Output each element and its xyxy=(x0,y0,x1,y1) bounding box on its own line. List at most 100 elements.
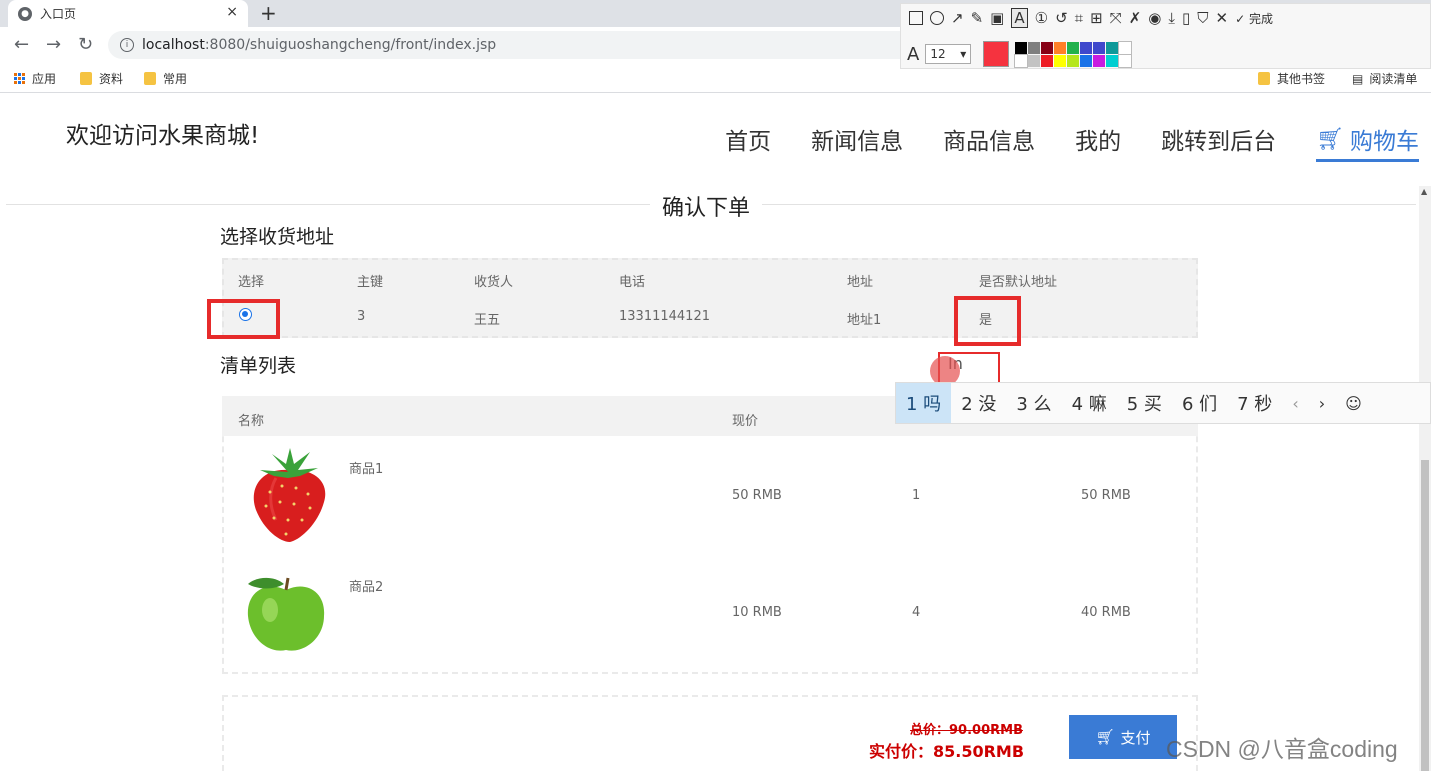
annotation-box-default xyxy=(954,296,1021,346)
ime-candidate[interactable]: 2 没 xyxy=(951,383,1006,423)
ime-candidate[interactable]: 1 吗 xyxy=(896,383,952,423)
address-header-phone: 电话 xyxy=(619,275,646,290)
color-swatch[interactable] xyxy=(1067,41,1080,54)
ellipse-tool-icon[interactable] xyxy=(930,11,944,25)
cart-icon: 🛒︎ xyxy=(1095,729,1115,746)
done-button[interactable]: ✓ 完成 xyxy=(1235,10,1273,27)
color-swatch[interactable] xyxy=(1054,41,1067,54)
scroll-up-icon[interactable]: ▲ xyxy=(1421,187,1427,196)
address-id: 3 xyxy=(357,309,366,324)
color-swatch[interactable] xyxy=(1106,41,1119,54)
nav-mine[interactable]: 我的 xyxy=(1075,122,1121,162)
address-name: 王五 xyxy=(474,313,501,328)
bookmark-icon[interactable]: ⛉ xyxy=(1197,9,1208,27)
text-tool-icon[interactable]: A xyxy=(1011,8,1028,28)
back-icon[interactable]: ← xyxy=(14,34,29,55)
real-price: 实付价：85.50RMB xyxy=(869,742,1025,761)
ime-candidate-bar: 1 吗 2 没 3 么 4 嘛 5 买 6 们 7 秒 ‹ › ☺ xyxy=(895,382,1431,424)
totals-box xyxy=(222,695,1198,771)
color-swatch[interactable] xyxy=(1015,41,1028,54)
nav-admin[interactable]: 跳转到后台 xyxy=(1161,122,1276,162)
bookmark-folder-docs[interactable]: 资料 xyxy=(80,70,123,87)
color-swatch[interactable] xyxy=(1118,40,1133,55)
folder-icon xyxy=(144,72,156,85)
color-swatch[interactable] xyxy=(1028,41,1041,54)
pen-tool-icon[interactable]: ✎ xyxy=(971,9,984,27)
item-quantity: 1 xyxy=(912,488,921,503)
ime-candidate[interactable]: 4 嘛 xyxy=(1062,383,1117,423)
arrow-tool-icon[interactable]: ↗ xyxy=(951,9,964,27)
current-color-swatch[interactable] xyxy=(983,41,1010,67)
item-price: 10 RMB xyxy=(732,605,782,620)
ime-candidate[interactable]: 6 们 xyxy=(1172,383,1227,423)
bookmark-folder-common[interactable]: 常用 xyxy=(144,70,187,87)
color-swatch[interactable] xyxy=(1080,54,1093,67)
undo-icon[interactable]: ↺ xyxy=(1055,9,1068,27)
browser-tab[interactable]: ● 入口页 × xyxy=(8,0,248,27)
cart-icon: 🛒︎ xyxy=(1316,126,1344,152)
ime-candidate[interactable]: 5 买 xyxy=(1117,383,1172,423)
color-swatch[interactable] xyxy=(1067,54,1080,67)
apple-icon xyxy=(247,577,325,651)
address-header-select: 选择 xyxy=(238,275,265,290)
emoji-icon[interactable]: ☺ xyxy=(1335,394,1372,413)
reload-icon[interactable]: ↻ xyxy=(78,34,93,55)
number-tool-icon[interactable]: ① xyxy=(1035,9,1048,27)
color-swatch[interactable] xyxy=(1028,54,1041,67)
info-icon[interactable]: i xyxy=(120,38,134,52)
address-title: 选择收货地址 xyxy=(220,226,335,248)
url-path: :8080/shuiguoshangcheng/front/index.jsp xyxy=(204,37,497,53)
item-header-name: 名称 xyxy=(238,414,265,429)
reading-list-icon: ▤ xyxy=(1352,71,1364,86)
color-swatch[interactable] xyxy=(1054,54,1067,67)
address-header-default: 是否默认地址 xyxy=(979,275,1058,290)
cancel-icon[interactable]: ✕ xyxy=(1216,9,1229,27)
download-icon[interactable]: ⤓ xyxy=(1168,9,1175,27)
new-tab-icon[interactable]: + xyxy=(260,1,277,25)
nav-home[interactable]: 首页 xyxy=(725,122,771,162)
pin-icon[interactable]: ✗ xyxy=(1129,9,1142,27)
strawberry-icon xyxy=(253,448,326,542)
color-swatch[interactable] xyxy=(1041,54,1054,67)
site-title: 欢迎访问水果商城! xyxy=(66,123,260,149)
nav-products[interactable]: 商品信息 xyxy=(943,122,1035,162)
forward-icon[interactable]: → xyxy=(46,34,61,55)
item-name: 商品1 xyxy=(349,462,384,477)
save-icon[interactable]: ▯ xyxy=(1182,9,1190,27)
close-tab-icon[interactable]: × xyxy=(226,4,238,20)
color-swatch[interactable] xyxy=(1118,53,1133,68)
ime-candidate[interactable]: 7 秒 xyxy=(1227,383,1282,423)
pay-button[interactable]: 🛒︎ 支付 xyxy=(1069,715,1177,759)
nav-news[interactable]: 新闻信息 xyxy=(811,122,903,162)
color-swatch[interactable] xyxy=(1080,41,1093,54)
rectangle-tool-icon[interactable] xyxy=(909,11,923,25)
item-header-price: 现价 xyxy=(732,414,759,429)
bookmark-apps[interactable]: 应用 xyxy=(14,70,56,87)
section-title: 确认下单 xyxy=(650,190,763,222)
apps-grid-icon xyxy=(14,73,25,84)
scroll-capture-icon[interactable]: ⤧ xyxy=(1110,9,1122,27)
nav-cart[interactable]: 🛒︎ 购物车 xyxy=(1316,122,1419,162)
color-swatch[interactable] xyxy=(1014,53,1029,68)
chevron-left-icon[interactable]: ‹ xyxy=(1282,394,1308,413)
color-swatch[interactable] xyxy=(1093,54,1106,67)
item-price: 50 RMB xyxy=(732,488,782,503)
color-palette[interactable] xyxy=(1014,40,1133,68)
color-swatch[interactable] xyxy=(1041,41,1054,54)
annotation-box-radio xyxy=(207,299,280,339)
scrollbar-thumb[interactable] xyxy=(1421,460,1429,771)
total-price: 总价：90.00RMB xyxy=(910,723,1023,738)
ocr-icon[interactable]: ⊞ xyxy=(1090,9,1103,27)
font-size-select[interactable]: 12 ▾ xyxy=(925,44,972,64)
record-icon[interactable]: ◉ xyxy=(1148,9,1161,27)
ime-candidate[interactable]: 3 么 xyxy=(1006,383,1061,423)
color-swatch[interactable] xyxy=(1106,54,1119,67)
bookmark-other[interactable]: 其他书签 xyxy=(1258,70,1325,87)
url-host: localhost xyxy=(142,37,205,53)
color-swatch[interactable] xyxy=(1093,41,1106,54)
chevron-right-icon[interactable]: › xyxy=(1309,394,1335,413)
item-subtotal: 40 RMB xyxy=(1081,605,1131,620)
crop-icon[interactable]: ⌗ xyxy=(1075,9,1083,27)
mosaic-tool-icon[interactable]: ▣ xyxy=(990,9,1004,27)
reading-list[interactable]: ▤ 阅读清单 xyxy=(1352,70,1417,87)
